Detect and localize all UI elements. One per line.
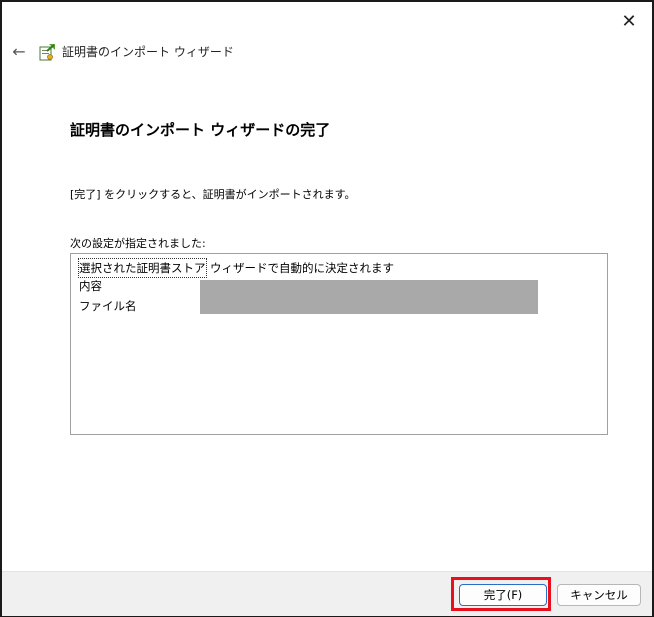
instruction-text: [完了] をクリックすると、証明書がインポートされます。 [70, 188, 356, 201]
settings-list[interactable]: 選択された証明書ストア ウィザードで自動的に決定されます 内容 ファイル名 [70, 253, 608, 435]
setting-key: 選択された証明書ストア [78, 258, 207, 278]
back-arrow-icon: ← [12, 41, 26, 61]
setting-key: 内容 [79, 279, 102, 293]
setting-key: ファイル名 [79, 299, 137, 313]
setting-value: ウィザードで自動的に決定されます [210, 261, 394, 275]
certificate-wizard-icon [39, 44, 55, 61]
cancel-button[interactable]: キャンセル [557, 584, 641, 606]
redacted-area [200, 280, 538, 314]
page-heading: 証明書のインポート ウィザードの完了 [70, 121, 331, 139]
close-button[interactable]: ✕ [614, 8, 644, 34]
finish-button[interactable]: 完了(F) [459, 584, 547, 606]
footer-bar: 完了(F) キャンセル [2, 571, 652, 616]
close-icon: ✕ [621, 10, 637, 32]
window-title: 証明書のインポート ウィザード [62, 45, 234, 59]
back-button[interactable]: ← [8, 40, 30, 62]
settings-label: 次の設定が指定されました: [70, 237, 206, 250]
import-wizard-window: ✕ ← 証明書のインポート ウィザード 証明書のインポート ウィザードの完了 [… [0, 0, 654, 617]
